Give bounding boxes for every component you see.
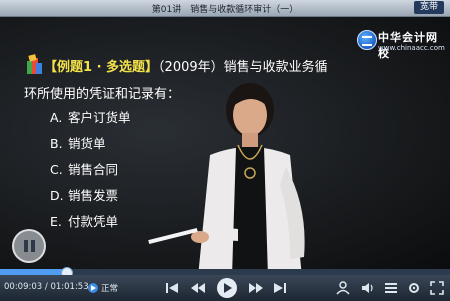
bandwidth-mode-button[interactable]: 宽带: [413, 1, 444, 14]
speed-label[interactable]: 正常: [101, 282, 118, 294]
volume-icon[interactable]: [360, 280, 376, 296]
option-a: A. 客户订货单: [50, 110, 131, 125]
lecture-title: 第01讲 销售与收款循环审计（一）: [151, 5, 299, 15]
logo-url: www.chinaacc.com: [378, 44, 445, 52]
settings-icon[interactable]: [407, 280, 421, 296]
pause-overlay-button[interactable]: [12, 229, 46, 263]
play-button[interactable]: [217, 278, 237, 298]
fullscreen-icon[interactable]: [429, 280, 445, 296]
option-e: E. 付款凭单: [50, 214, 118, 229]
user-icon[interactable]: [336, 280, 350, 296]
option-c: C. 销售合同: [50, 162, 118, 177]
question-heading: 【例题1 · 多选题】（2009年）销售与收款业务循: [44, 56, 328, 75]
skip-previous-icon[interactable]: [165, 280, 179, 296]
chapter-list-icon[interactable]: [384, 280, 398, 296]
option-d: D. 销售发票: [50, 188, 118, 203]
title-bar: 第01讲 销售与收款循环审计（一） 宽带: [0, 0, 450, 17]
control-bar: 00:09:03 / 01:01:53 正常: [0, 275, 450, 301]
question-text: （2009年）销售与收款业务循: [158, 60, 328, 75]
option-list: A. 客户订货单 B. 销货单 C. 销售合同 D. 销售发票 E. 付款凭单: [50, 107, 131, 237]
question-tag: 【例题1 · 多选题】: [44, 60, 159, 75]
speed-icon[interactable]: [88, 283, 98, 293]
time-display: 00:09:03 / 01:01:53: [4, 282, 89, 292]
skip-next-icon[interactable]: [273, 280, 287, 296]
video-area[interactable]: 中华会计网校 www.chinaacc.com 【例题1 · 多选题】（2009…: [0, 17, 450, 269]
fast-forward-icon[interactable]: [248, 280, 264, 296]
school-logo: 中华会计网校 www.chinaacc.com: [357, 26, 447, 60]
option-b: B. 销货单: [50, 136, 106, 151]
rewind-icon[interactable]: [190, 280, 206, 296]
logo-emblem-icon: [357, 30, 377, 50]
presenter-figure: [148, 83, 305, 269]
book-stack-icon: [27, 54, 42, 74]
